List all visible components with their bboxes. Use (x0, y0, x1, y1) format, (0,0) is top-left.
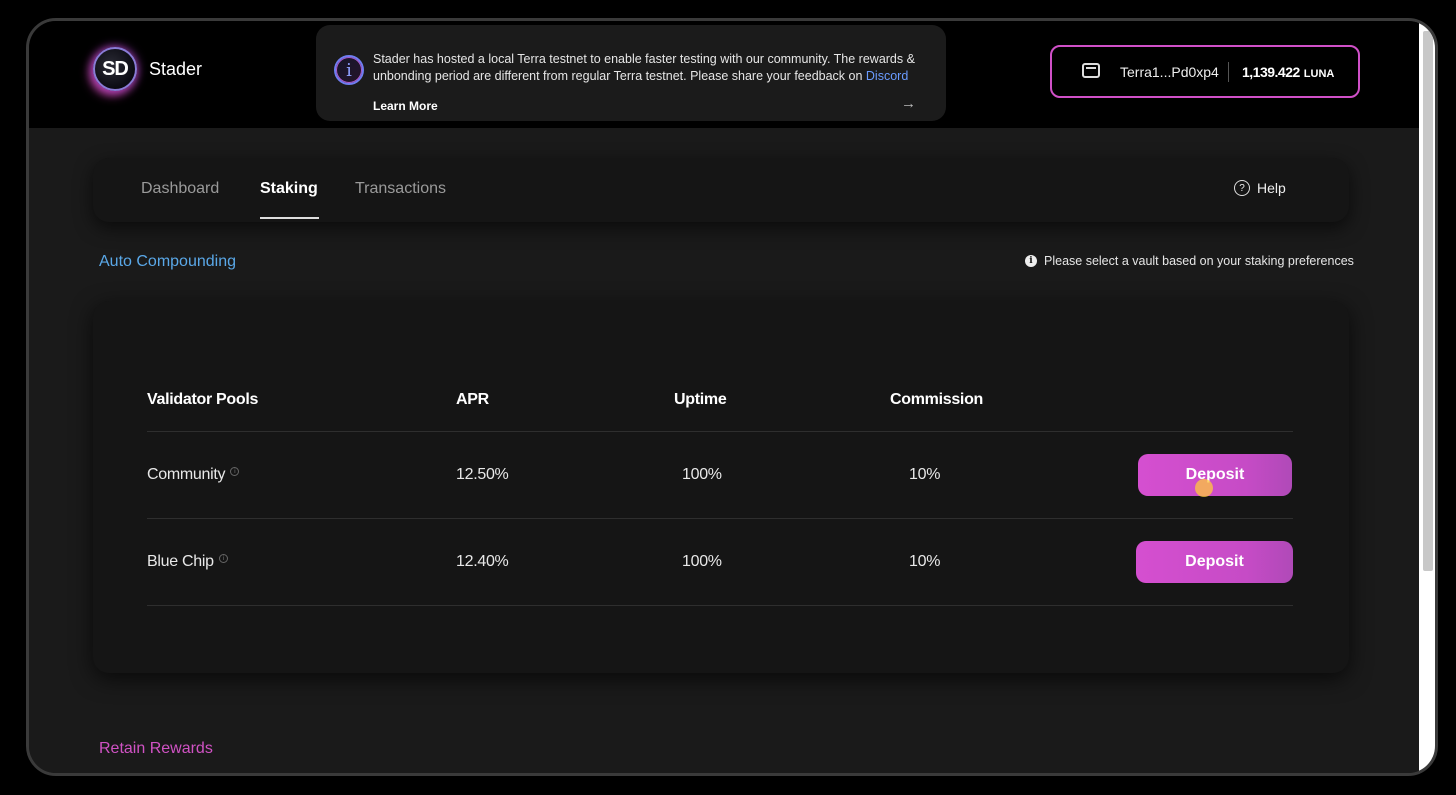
discord-link[interactable]: Discord (866, 69, 908, 83)
table-divider (147, 605, 1293, 606)
pool-name-text: Blue Chip (147, 553, 214, 570)
header-validator-pools: Validator Pools (147, 391, 259, 408)
help-button[interactable]: ? Help (1234, 180, 1286, 196)
preference-note-text: Please select a vault based on your stak… (1044, 254, 1354, 268)
logo-badge: SD (93, 47, 137, 91)
wallet-icon (1082, 63, 1100, 78)
tab-dashboard[interactable]: Dashboard (141, 180, 219, 198)
notice-message: Stader has hosted a local Terra testnet … (373, 52, 915, 83)
pool-uptime: 100% (682, 466, 722, 483)
pool-name: Community i (147, 466, 240, 484)
brand-logo[interactable]: SD Stader (93, 47, 202, 91)
info-icon: i (334, 55, 364, 85)
pool-apr: 12.40% (456, 553, 509, 570)
wallet-button[interactable]: Terra1...Pd0xp4 1,139.422 LUNA (1050, 45, 1360, 98)
pool-apr: 12.50% (456, 466, 509, 483)
wallet-address: Terra1...Pd0xp4 (1120, 64, 1219, 80)
pool-uptime: 100% (682, 553, 722, 570)
preference-note: i Please select a vault based on your st… (1025, 254, 1354, 268)
pool-commission: 10% (909, 553, 941, 570)
deposit-button[interactable]: Deposit (1138, 454, 1292, 496)
active-tab-indicator (260, 217, 319, 219)
pool-name-text: Community (147, 466, 226, 483)
pool-name: Blue Chip i (147, 553, 228, 571)
table-divider (147, 518, 1293, 519)
validator-pools-card: Validator Pools APR Uptime Commission Co… (93, 301, 1349, 673)
header-commission: Commission (890, 391, 984, 408)
table-divider (147, 431, 1293, 432)
app-window: SD Stader i Stader has hosted a local Te… (26, 18, 1438, 776)
pool-commission: 10% (909, 466, 941, 483)
header-uptime: Uptime (674, 391, 727, 408)
notice-text: Stader has hosted a local Terra testnet … (373, 51, 928, 85)
help-label: Help (1257, 180, 1286, 196)
section-title-retain-rewards: Retain Rewards (99, 740, 213, 757)
info-icon: i (1025, 255, 1037, 267)
cursor-highlight (1195, 479, 1213, 497)
arrow-right-icon[interactable]: → (901, 95, 916, 112)
tab-staking[interactable]: Staking (260, 180, 318, 198)
balance-amount: 1,139.422 (1242, 64, 1300, 80)
app-viewport: SD Stader i Stader has hosted a local Te… (29, 21, 1419, 773)
section-title-auto-compounding: Auto Compounding (99, 253, 236, 270)
info-icon[interactable]: i (230, 467, 240, 476)
balance-unit: LUNA (1303, 68, 1335, 80)
top-header: SD Stader i Stader has hosted a local Te… (29, 21, 1419, 128)
help-icon: ? (1234, 180, 1250, 196)
brand-name: Stader (149, 58, 203, 79)
learn-more-link[interactable]: Learn More (373, 99, 438, 113)
wallet-balance: 1,139.422 LUNA (1242, 64, 1334, 80)
testnet-notice: i Stader has hosted a local Terra testne… (316, 25, 946, 121)
tab-transactions[interactable]: Transactions (355, 180, 446, 198)
main-nav: Dashboard Staking Transactions ? Help (93, 158, 1349, 222)
scrollbar-thumb[interactable] (1423, 31, 1433, 571)
deposit-button[interactable]: Deposit (1136, 541, 1293, 583)
header-apr: APR (456, 391, 489, 408)
info-icon[interactable]: i (218, 554, 228, 563)
wallet-divider (1228, 62, 1229, 82)
